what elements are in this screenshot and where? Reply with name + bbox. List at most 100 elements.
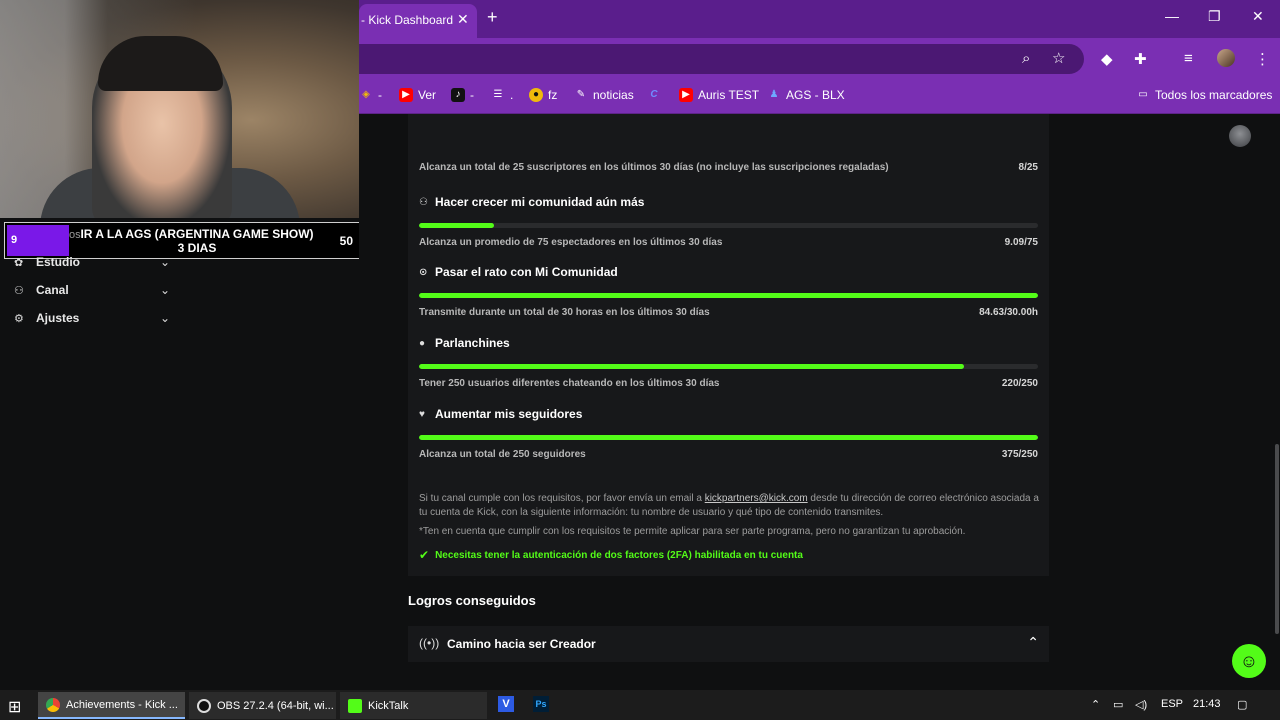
tray-chevron-icon[interactable]: ⌃ bbox=[1091, 698, 1100, 711]
progress-bar bbox=[419, 435, 1038, 440]
requirement-title: ⚇ Hacer crecer mi comunidad aún más bbox=[419, 195, 1038, 209]
bookmark-ags[interactable]: ♟ AGS - BLX bbox=[767, 88, 845, 102]
broadcast-icon: ⊙ bbox=[419, 266, 428, 278]
language-indicator[interactable]: ESP bbox=[1161, 698, 1183, 710]
bookmark-binance[interactable]: ◈ - bbox=[359, 88, 382, 102]
bookmark-ver[interactable]: ▶ Ver bbox=[399, 88, 436, 102]
taskbar-label: OBS 27.2.4 (64-bit, wi... bbox=[217, 699, 334, 712]
youtube-icon: ▶ bbox=[399, 88, 413, 102]
scrollbar[interactable] bbox=[1275, 444, 1279, 634]
checkmark-icon: ✔ bbox=[419, 548, 430, 562]
email-link[interactable]: kickpartners@kick.com bbox=[705, 493, 808, 504]
star-icon[interactable]: ☆ bbox=[1052, 49, 1065, 67]
channel-icon: ⚇ bbox=[14, 284, 24, 297]
webcam-overlay bbox=[0, 0, 359, 218]
new-tab-button[interactable]: + bbox=[487, 7, 498, 28]
obs-icon bbox=[197, 698, 211, 713]
profile-avatar-icon[interactable] bbox=[1217, 49, 1235, 67]
section-title: Logros conseguidos bbox=[408, 593, 536, 608]
requirement-text: Alcanza un total de 25 suscriptores en l… bbox=[419, 162, 889, 173]
requirement-title-text: Aumentar mis seguidores bbox=[435, 407, 583, 421]
user-avatar[interactable] bbox=[1229, 125, 1251, 147]
gear-icon: ⚙ bbox=[14, 312, 24, 325]
progress-bar bbox=[419, 223, 1038, 228]
requirement-community: ⚇ Hacer crecer mi comunidad aún más Alca… bbox=[419, 195, 1038, 248]
achievement-accordion[interactable]: ((•)) Camino hacia ser Creador ⌃ bbox=[408, 626, 1049, 662]
taskbar-item-obs[interactable]: OBS 27.2.4 (64-bit, wi... bbox=[189, 692, 336, 719]
pencil-icon: ✎ bbox=[576, 89, 586, 100]
sidebar-item-estudio[interactable]: ✿ Estudio ⌄ bbox=[14, 252, 170, 272]
youtube-icon: ▶ bbox=[679, 88, 693, 102]
taskbar-label: Achievements - Kick ... bbox=[66, 698, 178, 711]
bookmark-stack[interactable]: ☰ . bbox=[491, 88, 514, 102]
photoshop-icon[interactable]: Ps bbox=[533, 696, 549, 712]
application-note: Si tu canal cumple con los requisitos, p… bbox=[419, 492, 1039, 520]
requirement-text: Tener 250 usuarios diferentes chateando … bbox=[419, 378, 720, 389]
browser-tab[interactable]: - Kick Dashboard ✕ bbox=[359, 4, 477, 38]
dashboard-sidebar: ✿ Estudio ⌄ ⚇ Canal ⌄ ⚙ Ajustes ⌄ bbox=[0, 255, 359, 690]
zoom-icon[interactable]: ⌕ bbox=[1022, 50, 1030, 67]
requirement-value: 375/250 bbox=[1001, 449, 1038, 460]
sidebar-item-canal[interactable]: ⚇ Canal ⌄ bbox=[14, 280, 170, 300]
binance-icon: ◈ bbox=[362, 89, 370, 100]
help-chat-button[interactable]: ☺ bbox=[1232, 644, 1266, 678]
minimize-icon[interactable]: — bbox=[1165, 8, 1179, 24]
all-bookmarks-label: Todos los marcadores bbox=[1155, 88, 1273, 102]
menu-kebab-icon[interactable]: ⋮ bbox=[1255, 50, 1270, 68]
requirement-description: Transmite durante un total de 30 horas e… bbox=[419, 307, 1038, 318]
goal-text: IR A LA AGS (ARGENTINA GAME SHOW) 3 DIAS bbox=[80, 227, 314, 255]
twofa-text: Necesitas tener la autenticación de dos … bbox=[435, 549, 803, 561]
media-icon[interactable]: ≡ bbox=[1184, 50, 1193, 67]
taskbar-item-chrome[interactable]: Achievements - Kick ... bbox=[38, 692, 185, 719]
note-text: Si tu canal cumple con los requisitos, p… bbox=[419, 493, 705, 504]
extensions-puzzle-icon[interactable]: ✚ bbox=[1134, 50, 1147, 68]
windows-start-icon[interactable]: ⊞ bbox=[8, 697, 21, 717]
chevron-up-icon[interactable]: ⌃ bbox=[1027, 634, 1039, 651]
bookmark-label: AGS - BLX bbox=[786, 88, 845, 102]
vpn-app-icon[interactable]: V bbox=[498, 696, 514, 712]
disclaimer: *Ten en cuenta que cumplir con los requi… bbox=[419, 526, 966, 537]
address-bar[interactable]: ⌕ ☆ bbox=[359, 44, 1084, 74]
bookmark-fz[interactable]: ● fz bbox=[529, 88, 557, 102]
requirement-title-text: Pasar el rato con Mi Comunidad bbox=[435, 265, 618, 279]
clock[interactable]: 21:43 bbox=[1193, 698, 1221, 710]
restore-icon[interactable]: ❐ bbox=[1208, 8, 1221, 25]
bookmark-label: noticias bbox=[593, 88, 634, 102]
taskbar-label: KickTalk bbox=[368, 699, 409, 712]
folder-icon: ▭ bbox=[1138, 89, 1148, 100]
progress-bar bbox=[419, 364, 1038, 369]
community-icon: ⚇ bbox=[419, 196, 428, 208]
requirement-value: 8/25 bbox=[1018, 162, 1038, 173]
bookmark-tiktok[interactable]: ♪ - bbox=[451, 88, 474, 102]
bookmark-label: - bbox=[470, 88, 474, 102]
cs-icon: C bbox=[650, 89, 658, 100]
bookmark-auris[interactable]: ▶ Auris TEST bbox=[679, 88, 759, 102]
volume-icon[interactable]: ◁) bbox=[1135, 698, 1147, 711]
bookmark-label: Ver bbox=[418, 88, 437, 102]
requirement-title: ● Parlanchines bbox=[419, 336, 1038, 350]
close-window-icon[interactable]: ✕ bbox=[1252, 8, 1264, 25]
requirement-title-text: Hacer crecer mi comunidad aún más bbox=[435, 195, 645, 209]
progress-fill bbox=[419, 364, 964, 369]
bookmark-label: . bbox=[510, 88, 514, 102]
requirement-value: 220/250 bbox=[1001, 378, 1038, 389]
requirement-text: Alcanza un promedio de 75 espectadores e… bbox=[419, 237, 723, 248]
extension-shield-icon[interactable]: ◆ bbox=[1101, 50, 1113, 68]
progress-fill bbox=[419, 293, 1038, 298]
browser-toolbar: ⌕ ☆ ◆ ✚ ≡ ⋮ bbox=[359, 38, 1280, 80]
goal-number: 9 bbox=[11, 234, 18, 246]
requirement-followers: ♥ Aumentar mis seguidores Alcanza un tot… bbox=[419, 407, 1038, 460]
network-icon[interactable]: ▭ bbox=[1113, 698, 1123, 711]
all-bookmarks[interactable]: ▭ Todos los marcadores bbox=[1136, 88, 1272, 102]
bookmark-noticias[interactable]: ✎ noticias bbox=[574, 88, 634, 102]
requirement-chatters: ● Parlanchines Tener 250 usuarios difere… bbox=[419, 336, 1038, 389]
requirement-text: Transmite durante un total de 30 horas e… bbox=[419, 307, 710, 318]
taskbar-item-kicktalk[interactable]: KickTalk bbox=[340, 692, 487, 719]
requirement-title: ⊙ Pasar el rato con Mi Comunidad bbox=[419, 265, 1038, 279]
close-icon[interactable]: ✕ bbox=[457, 11, 469, 28]
progress-fill bbox=[419, 435, 1038, 440]
bookmark-cs[interactable]: C bbox=[647, 88, 661, 102]
browser-tabstrip: - Kick Dashboard ✕ + — ❐ ✕ bbox=[359, 0, 1280, 38]
notifications-icon[interactable]: ▢ bbox=[1237, 698, 1247, 711]
sidebar-item-ajustes[interactable]: ⚙ Ajustes ⌄ bbox=[14, 308, 170, 328]
